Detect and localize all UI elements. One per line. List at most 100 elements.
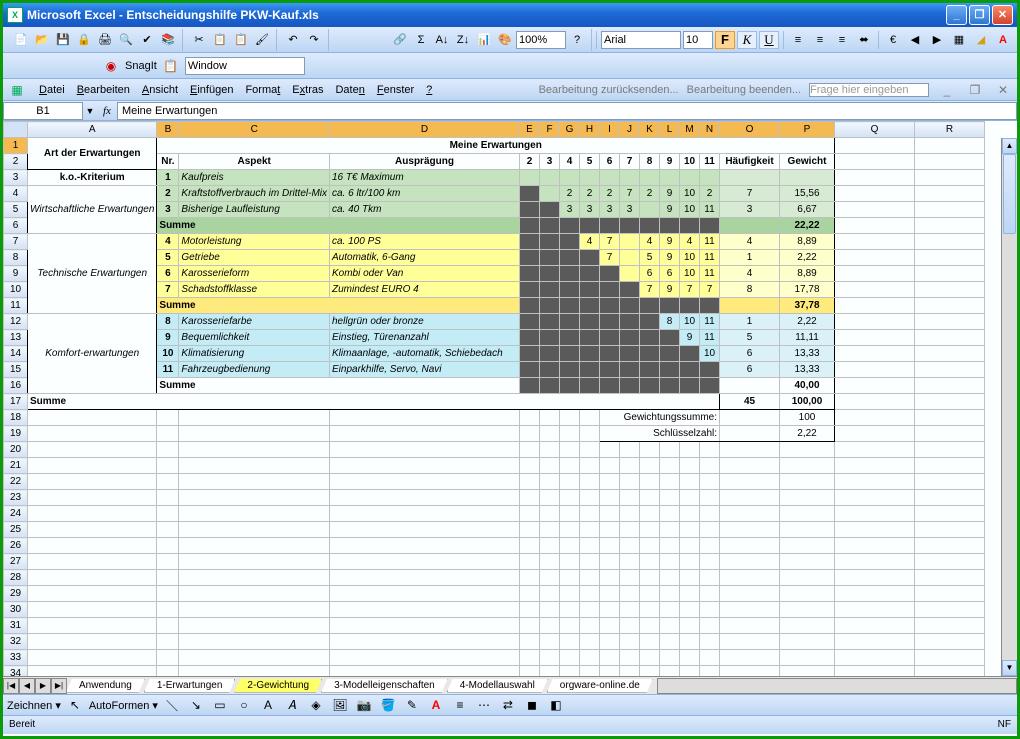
- cell[interactable]: [720, 522, 780, 538]
- cell[interactable]: [540, 618, 560, 634]
- cell[interactable]: [179, 586, 330, 602]
- cell[interactable]: [28, 410, 157, 426]
- cell[interactable]: [330, 490, 520, 506]
- cell[interactable]: [330, 554, 520, 570]
- row-header-26[interactable]: 26: [4, 538, 28, 554]
- cell[interactable]: [28, 506, 157, 522]
- cell[interactable]: [28, 634, 157, 650]
- cell[interactable]: [660, 570, 680, 586]
- cell[interactable]: [720, 506, 780, 522]
- cell[interactable]: [620, 618, 640, 634]
- cell[interactable]: [700, 362, 720, 378]
- cell[interactable]: [640, 202, 660, 218]
- cell[interactable]: [620, 586, 640, 602]
- cell[interactable]: [28, 458, 157, 474]
- cell[interactable]: [640, 666, 660, 677]
- sheet-tab-5[interactable]: orgware-online.de: [547, 679, 653, 693]
- cell[interactable]: 13,33: [780, 362, 835, 378]
- cell[interactable]: [835, 394, 915, 410]
- cell[interactable]: [780, 634, 835, 650]
- cell[interactable]: [28, 666, 157, 677]
- cell[interactable]: [560, 554, 580, 570]
- cell[interactable]: [835, 650, 915, 666]
- cell[interactable]: [157, 650, 179, 666]
- cell[interactable]: [620, 170, 640, 186]
- cell[interactable]: 8: [640, 154, 660, 170]
- cell[interactable]: [540, 250, 560, 266]
- cell[interactable]: 22,22: [780, 218, 835, 234]
- cell[interactable]: 13,33: [780, 346, 835, 362]
- cell[interactable]: [600, 474, 620, 490]
- cell[interactable]: 3: [560, 202, 580, 218]
- font-color-draw-icon[interactable]: A: [426, 695, 446, 715]
- cell[interactable]: [915, 170, 985, 186]
- cell[interactable]: [330, 618, 520, 634]
- col-header-H[interactable]: H: [580, 122, 600, 138]
- cell[interactable]: [560, 538, 580, 554]
- cell[interactable]: 9: [660, 202, 680, 218]
- cell[interactable]: [600, 490, 620, 506]
- cell[interactable]: [520, 650, 540, 666]
- cell[interactable]: [720, 554, 780, 570]
- tab-last-icon[interactable]: ▶|: [51, 678, 67, 694]
- cell[interactable]: [620, 442, 640, 458]
- cell[interactable]: [600, 506, 620, 522]
- tab-first-icon[interactable]: |◀: [3, 678, 19, 694]
- cell[interactable]: [540, 170, 560, 186]
- cell[interactable]: 2: [157, 186, 179, 202]
- menu-bearbeiten[interactable]: Bearbeiten: [77, 84, 130, 96]
- cell[interactable]: [520, 170, 540, 186]
- cell[interactable]: [835, 634, 915, 650]
- cell[interactable]: [660, 362, 680, 378]
- cell[interactable]: [640, 378, 660, 394]
- cell[interactable]: [560, 458, 580, 474]
- cell[interactable]: 4: [560, 154, 580, 170]
- cell[interactable]: [520, 474, 540, 490]
- cell[interactable]: 2,22: [780, 314, 835, 330]
- cell[interactable]: [580, 330, 600, 346]
- cell[interactable]: [600, 586, 620, 602]
- cell[interactable]: [780, 458, 835, 474]
- cell[interactable]: [560, 170, 580, 186]
- cell[interactable]: [640, 602, 660, 618]
- zoom-combo[interactable]: [516, 31, 566, 49]
- cell[interactable]: 10: [680, 186, 700, 202]
- cell[interactable]: [330, 586, 520, 602]
- cell[interactable]: [835, 218, 915, 234]
- cell[interactable]: [560, 474, 580, 490]
- cell[interactable]: Schadstoffklasse: [179, 282, 330, 298]
- row-header-23[interactable]: 23: [4, 490, 28, 506]
- menu-help[interactable]: ?: [426, 84, 432, 96]
- cell[interactable]: 100: [780, 410, 835, 426]
- cell[interactable]: 11: [700, 202, 720, 218]
- cell[interactable]: 11: [700, 250, 720, 266]
- cell[interactable]: [580, 554, 600, 570]
- cell[interactable]: [835, 538, 915, 554]
- indent-inc-icon[interactable]: ▶: [927, 30, 947, 50]
- cell[interactable]: [580, 506, 600, 522]
- cell[interactable]: [660, 298, 680, 314]
- col-header-B[interactable]: B: [157, 122, 179, 138]
- italic-button[interactable]: K: [737, 31, 757, 49]
- cell[interactable]: Fahrzeugbedienung: [179, 362, 330, 378]
- cell[interactable]: [157, 634, 179, 650]
- cell[interactable]: [600, 170, 620, 186]
- row-header-33[interactable]: 33: [4, 650, 28, 666]
- cell[interactable]: [915, 362, 985, 378]
- cell[interactable]: [580, 474, 600, 490]
- cell[interactable]: [915, 522, 985, 538]
- cell[interactable]: 11: [700, 266, 720, 282]
- cell[interactable]: [540, 650, 560, 666]
- cell[interactable]: [660, 554, 680, 570]
- row-header-1[interactable]: 1: [4, 138, 28, 154]
- snagit-config-icon[interactable]: 📋: [161, 56, 181, 76]
- cell[interactable]: 7: [600, 234, 620, 250]
- cell[interactable]: [540, 634, 560, 650]
- col-header-G[interactable]: G: [560, 122, 580, 138]
- cell[interactable]: [520, 330, 540, 346]
- cell[interactable]: [600, 330, 620, 346]
- cell[interactable]: [520, 538, 540, 554]
- cell[interactable]: [580, 570, 600, 586]
- cell[interactable]: Aspekt: [179, 154, 330, 170]
- cell[interactable]: [640, 298, 660, 314]
